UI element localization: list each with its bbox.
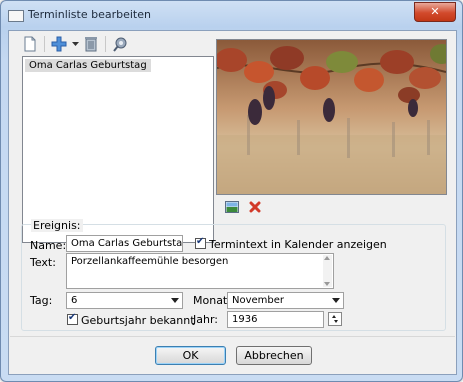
text-label: Text: [30, 256, 56, 269]
scroll-up-icon[interactable] [324, 256, 330, 260]
birth-year-known-label[interactable]: Geburtsjahr bekannt [81, 314, 195, 327]
event-photo [216, 39, 447, 195]
name-field[interactable]: Oma Carlas Geburtstag [66, 235, 183, 252]
dropdown-arrow-icon[interactable] [71, 35, 79, 53]
toolbar-separator [105, 36, 106, 52]
birth-year-known-checkbox[interactable] [67, 312, 78, 325]
delete-icon[interactable] [82, 35, 100, 53]
name-label: Name: [30, 239, 67, 252]
cancel-button[interactable]: Abbrechen [236, 346, 312, 365]
window-title: Terminliste bearbeiten [28, 8, 151, 21]
add-icon[interactable] [50, 35, 68, 53]
change-image-icon[interactable] [223, 198, 241, 216]
day-label: Tag: [30, 294, 53, 307]
year-field[interactable]: 1936 [227, 311, 324, 328]
text-field-value: Porzellankaffeemühle besorgen [71, 256, 229, 267]
toolbar [21, 34, 129, 54]
event-group-label: Ereignis: [31, 219, 83, 232]
dialog-client-area: Oma Carlas Geburtstag Ereignis: Name: Om… [8, 30, 457, 375]
event-list[interactable]: Oma Carlas Geburtstag [22, 56, 214, 243]
new-document-icon[interactable] [21, 35, 39, 53]
year-spin-button[interactable] [328, 312, 342, 326]
text-scrollbar[interactable] [323, 255, 332, 287]
dialog-window: Terminliste bearbeiten ✕ Oma Carlas Gebu… [0, 0, 463, 382]
close-button[interactable]: ✕ [414, 2, 456, 22]
show-in-calendar-label[interactable]: Termintext in Kalender anzeigen [209, 238, 387, 251]
list-item[interactable]: Oma Carlas Geburtstag [25, 59, 151, 72]
toolbar-separator [44, 36, 45, 52]
chevron-down-icon [171, 298, 179, 303]
month-select[interactable]: November [227, 292, 344, 309]
month-select-value: November [232, 295, 285, 306]
vineyard-image [217, 40, 446, 194]
window-icon [8, 10, 24, 22]
title-bar[interactable]: Terminliste bearbeiten ✕ [1, 1, 462, 29]
remove-image-icon[interactable] [246, 198, 264, 216]
settings-icon[interactable] [111, 35, 129, 53]
scroll-down-icon[interactable] [324, 282, 330, 286]
year-spin-icon [332, 315, 338, 323]
photo-tools [223, 198, 264, 216]
chevron-down-icon [332, 298, 340, 303]
show-in-calendar-checkbox[interactable] [195, 236, 206, 249]
month-label: Monat: [193, 294, 231, 307]
ok-button[interactable]: OK [155, 346, 226, 365]
text-field[interactable]: Porzellankaffeemühle besorgen [66, 253, 334, 289]
day-select-value: 6 [71, 295, 78, 306]
year-label: Jahr: [193, 313, 218, 326]
footer-divider [10, 336, 455, 337]
day-select[interactable]: 6 [66, 292, 183, 309]
